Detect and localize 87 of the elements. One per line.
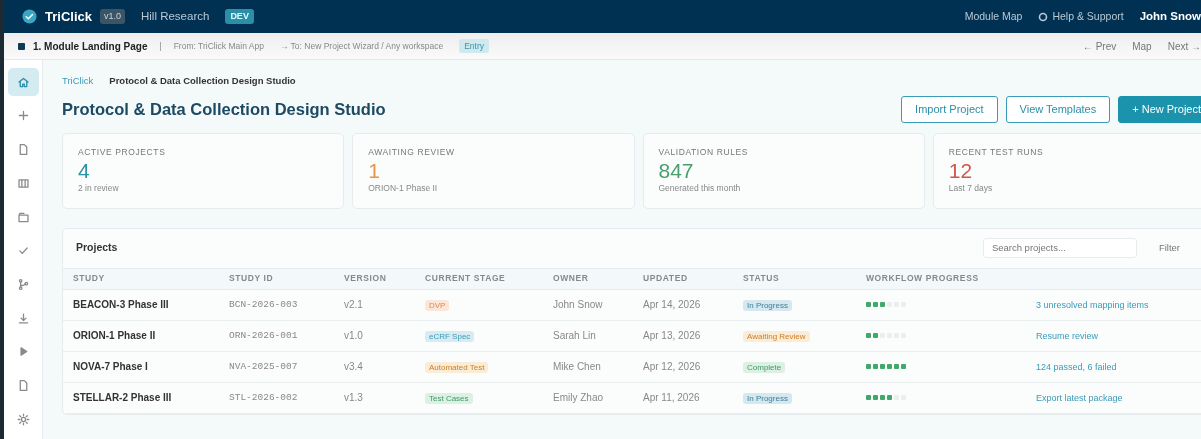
row-link[interactable]: Resume review bbox=[1036, 331, 1099, 341]
from-text: From: TriClick Main App bbox=[173, 39, 264, 53]
version-badge: v1.0 bbox=[99, 8, 125, 25]
nav-link[interactable]: Next → bbox=[1167, 38, 1201, 54]
column-header: UPDATED bbox=[633, 268, 733, 290]
table-cell: NOVA-7 Phase I bbox=[63, 351, 219, 383]
check-circle-icon bbox=[22, 9, 37, 24]
step-title: 1. Module Landing Page bbox=[33, 39, 148, 54]
env-badge: DEV bbox=[225, 8, 254, 25]
status-tag: In Progress bbox=[743, 300, 792, 312]
stage-tag: Test Cases bbox=[425, 393, 473, 405]
to-text: → To: New Project Wizard / Any workspace bbox=[279, 39, 444, 53]
nav-link[interactable]: Map bbox=[1132, 38, 1152, 54]
stat-value: 4 bbox=[78, 158, 91, 182]
column-header: STUDY bbox=[63, 268, 219, 290]
table-cell: v1.0 bbox=[334, 320, 415, 352]
status-tag: Complete bbox=[743, 362, 786, 374]
filter-button[interactable]: Filter bbox=[1152, 239, 1186, 256]
entry-tag: Entry bbox=[459, 38, 490, 54]
action-button[interactable]: Import Project bbox=[901, 96, 998, 123]
sidebar-item[interactable] bbox=[7, 68, 39, 97]
stage-tag: Automated Test bbox=[425, 362, 489, 374]
table-cell: Mike Chen bbox=[543, 351, 633, 383]
square-icon bbox=[18, 42, 25, 50]
stat-value: 12 bbox=[948, 158, 974, 182]
table-cell: STL-2026-002 bbox=[219, 382, 334, 414]
table-cell: v2.1 bbox=[334, 289, 415, 321]
table-cell: BCN-2026-003 bbox=[219, 289, 334, 321]
table-cell: Apr 12, 2026 bbox=[633, 351, 733, 383]
row-link[interactable]: 3 unresolved mapping items bbox=[1036, 300, 1149, 310]
table-cell: BEACON-3 Phase III bbox=[63, 289, 219, 321]
stat-label: ACTIVE PROJECTS bbox=[78, 145, 167, 159]
table-cell: v3.4 bbox=[334, 351, 415, 383]
stat-note: 2 in review bbox=[78, 181, 120, 195]
table-cell: ORION-1 Phase II bbox=[63, 320, 219, 352]
sun-icon bbox=[16, 412, 30, 426]
stat-note: Last 7 days bbox=[948, 181, 994, 195]
column-header: STATUS bbox=[733, 268, 856, 290]
column-header: STUDY ID bbox=[219, 268, 334, 290]
stat-value: 847 bbox=[658, 158, 695, 182]
stat-note: ORION-1 Phase II bbox=[368, 181, 439, 195]
table-cell: Sarah Lin bbox=[543, 320, 633, 352]
stat-label: VALIDATION RULES bbox=[658, 145, 750, 159]
card-title: Projects bbox=[76, 239, 118, 255]
table-cell: ORN-2026-001 bbox=[219, 320, 334, 352]
table-cell: NVA-2025-007 bbox=[219, 351, 334, 383]
column-header: VERSION bbox=[334, 268, 415, 290]
breadcrumb-link[interactable]: TriClick bbox=[62, 74, 94, 89]
plus-icon bbox=[16, 109, 30, 123]
stat-label: AWAITING REVIEW bbox=[368, 145, 456, 159]
columns-icon bbox=[16, 176, 30, 190]
nav-link[interactable]: Help & Support bbox=[1038, 8, 1124, 25]
row-link[interactable]: Export latest package bbox=[1036, 393, 1123, 403]
action-button[interactable]: View Templates bbox=[1005, 96, 1111, 123]
nav-link[interactable]: ← Prev bbox=[1082, 38, 1117, 54]
stat-note: Generated this month bbox=[658, 181, 742, 195]
home-icon bbox=[16, 75, 30, 89]
folder-icon bbox=[16, 210, 30, 224]
separator: | bbox=[159, 39, 162, 53]
table-cell: John Snow bbox=[543, 289, 633, 321]
table-cell: Apr 11, 2026 bbox=[633, 382, 733, 414]
status-tag: In Progress bbox=[743, 393, 792, 405]
status-tag: Awaiting Review bbox=[743, 331, 810, 343]
new-project-button[interactable]: + New Project bbox=[1118, 96, 1201, 123]
search-field[interactable]: Search projects... bbox=[982, 237, 1137, 258]
table-cell: Apr 13, 2026 bbox=[633, 320, 733, 352]
user-name[interactable]: John Snow bbox=[1139, 7, 1201, 26]
column-header: WORKFLOW PROGRESS bbox=[856, 268, 1026, 290]
row-link[interactable]: 124 passed, 6 failed bbox=[1036, 362, 1117, 372]
circle-icon bbox=[1038, 11, 1049, 22]
stage-tag: eCRF Spec bbox=[425, 331, 475, 343]
page-title: Protocol & Data Collection Design Studio bbox=[62, 99, 386, 120]
branch-icon bbox=[16, 278, 30, 291]
stat-label: RECENT TEST RUNS bbox=[948, 145, 1045, 159]
table-cell: STELLAR-2 Phase III bbox=[63, 382, 219, 414]
nav-link[interactable]: Module Map bbox=[964, 8, 1023, 25]
column-header: CURRENT STAGE bbox=[415, 268, 543, 290]
table-cell: v1.3 bbox=[334, 382, 415, 414]
breadcrumb-current: Protocol & Data Collection Design Studio bbox=[109, 74, 296, 88]
table-cell: Apr 14, 2026 bbox=[633, 289, 733, 321]
brand-name: TriClick bbox=[45, 7, 92, 26]
org-name: Hill Research bbox=[141, 8, 210, 24]
stat-value: 1 bbox=[368, 158, 381, 182]
download-icon bbox=[16, 311, 30, 325]
table-cell: Emily Zhao bbox=[543, 382, 633, 414]
stage-tag: DVP bbox=[425, 300, 450, 312]
column-header: OWNER bbox=[543, 268, 633, 290]
